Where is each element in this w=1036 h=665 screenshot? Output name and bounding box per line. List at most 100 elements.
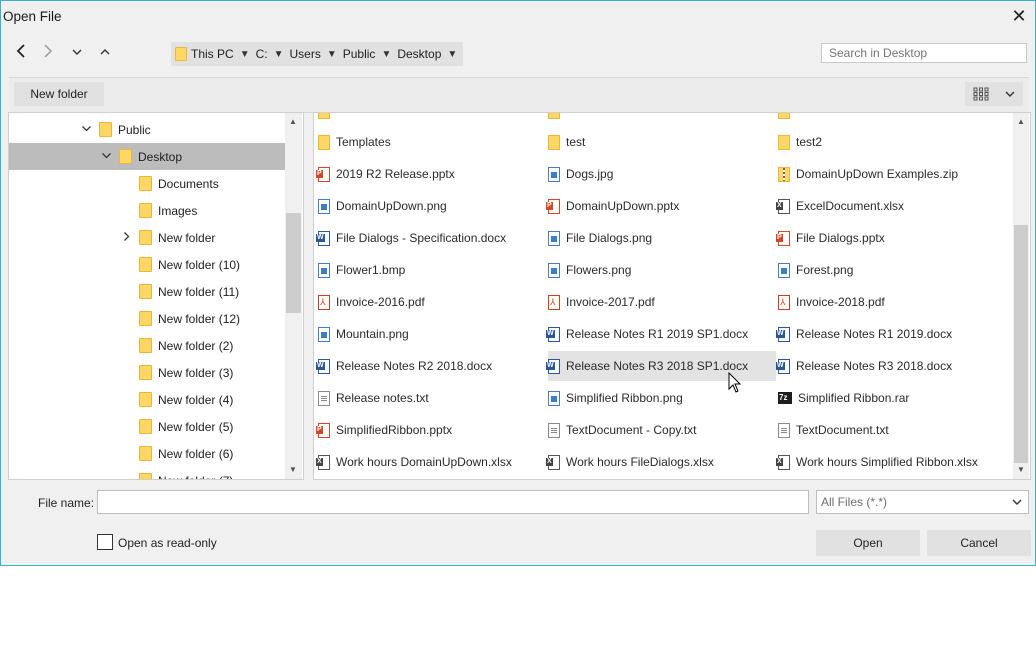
file-item[interactable]: Work hours DomainUpDown.xlsx bbox=[316, 447, 546, 477]
breadcrumb-label: Users bbox=[289, 47, 321, 61]
file-name-input[interactable] bbox=[97, 490, 809, 514]
folder-icon bbox=[548, 134, 560, 150]
chevron-right-icon[interactable] bbox=[119, 231, 133, 245]
tree-item[interactable]: New folder bbox=[9, 224, 285, 251]
pdf-icon bbox=[548, 294, 560, 310]
file-type-filter[interactable]: All Files (*.*) bbox=[816, 490, 1029, 514]
file-item[interactable]: Release Notes R1 2019 SP1.docx bbox=[546, 319, 776, 349]
file-name-label: Flowers.png bbox=[566, 263, 632, 277]
close-icon[interactable]: ✕ bbox=[1009, 5, 1029, 27]
tree-item[interactable]: Images bbox=[9, 197, 285, 224]
chevron-down-icon[interactable]: ▼ bbox=[274, 49, 284, 60]
file-item[interactable]: Flowers.png bbox=[548, 255, 776, 285]
file-list-scrollbar[interactable]: ▲ ▼ bbox=[1013, 113, 1029, 479]
file-item[interactable]: Simplified Ribbon.rar bbox=[778, 383, 1006, 413]
file-item[interactable]: test bbox=[548, 127, 776, 157]
cancel-button[interactable]: Cancel bbox=[927, 530, 1031, 556]
chevron-down-icon[interactable] bbox=[67, 43, 87, 63]
folder-icon bbox=[139, 338, 152, 353]
image-icon bbox=[318, 262, 330, 278]
search-input[interactable] bbox=[821, 43, 1027, 63]
file-name-label: Flower1.bmp bbox=[336, 263, 406, 277]
file-item[interactable]: DomainUpDown.pptx bbox=[546, 191, 776, 221]
file-name-label: Invoice-2017.pdf bbox=[566, 295, 655, 309]
tree-item[interactable]: New folder (3) bbox=[9, 359, 285, 386]
file-item[interactable]: Release notes.txt bbox=[318, 383, 546, 413]
window-title: Open File bbox=[3, 9, 62, 24]
file-name-label: Release Notes R1 2019.docx bbox=[796, 327, 953, 341]
image-icon bbox=[548, 230, 560, 246]
tree-item[interactable]: Public bbox=[9, 116, 285, 143]
chevron-down-icon[interactable]: ▼ bbox=[447, 49, 457, 60]
tree-item-label: New folder (12) bbox=[158, 311, 241, 326]
chevron-down-icon[interactable]: ▼ bbox=[381, 49, 391, 60]
breadcrumb-item-public[interactable]: Public ▼ bbox=[339, 47, 394, 61]
open-button[interactable]: Open bbox=[816, 530, 920, 556]
file-name-label: TextDocument - Copy.txt bbox=[566, 423, 697, 437]
scroll-up-icon[interactable]: ▲ bbox=[286, 117, 300, 126]
chevron-down-icon[interactable]: ▼ bbox=[240, 49, 250, 60]
file-item[interactable]: ExcelDocument.xlsx bbox=[776, 191, 1006, 221]
file-item[interactable]: SimplifiedRibbon.pptx bbox=[316, 415, 546, 445]
tree-item[interactable]: New folder (7) bbox=[9, 467, 285, 479]
tree-item[interactable]: Documents bbox=[9, 170, 285, 197]
file-item[interactable]: test2 bbox=[778, 127, 1006, 157]
file-item[interactable]: Work hours FileDialogs.xlsx bbox=[546, 447, 776, 477]
file-item-clipped[interactable] bbox=[318, 113, 546, 126]
file-item[interactable]: DomainUpDown Examples.zip bbox=[778, 159, 1006, 189]
tree-item[interactable]: Desktop bbox=[9, 143, 285, 170]
folder-icon bbox=[548, 113, 560, 119]
file-item[interactable]: File Dialogs - Specification.docx bbox=[316, 223, 546, 253]
file-item[interactable]: Invoice-2016.pdf bbox=[318, 287, 546, 317]
chevron-down-icon[interactable] bbox=[99, 150, 113, 164]
tree-item[interactable]: New folder (2) bbox=[9, 332, 285, 359]
new-folder-button[interactable]: New folder bbox=[14, 82, 104, 106]
file-item-clipped[interactable] bbox=[778, 113, 1006, 126]
file-item[interactable]: TextDocument.txt bbox=[778, 415, 1006, 445]
file-item[interactable]: DomainUpDown.png bbox=[318, 191, 546, 221]
file-item[interactable]: Release Notes R1 2019.docx bbox=[776, 319, 1006, 349]
chevron-down-icon[interactable] bbox=[79, 123, 93, 137]
breadcrumb-item-this-pc[interactable]: This PC ▼ bbox=[171, 47, 252, 61]
tree-item-label: Documents bbox=[158, 176, 219, 191]
back-arrow-icon[interactable] bbox=[11, 43, 31, 63]
file-item[interactable]: Flower1.bmp bbox=[318, 255, 546, 285]
tree-item-label: New folder (6) bbox=[158, 446, 234, 461]
file-item[interactable]: Invoice-2017.pdf bbox=[548, 287, 776, 317]
tree-item[interactable]: New folder (10) bbox=[9, 251, 285, 278]
read-only-checkbox[interactable] bbox=[97, 534, 113, 550]
forward-arrow-icon[interactable] bbox=[38, 43, 58, 63]
file-name-label: File Dialogs.pptx bbox=[796, 231, 885, 245]
tree-item[interactable]: New folder (12) bbox=[9, 305, 285, 332]
file-item[interactable]: 2019 R2 Release.pptx bbox=[316, 159, 546, 189]
file-item[interactable]: Mountain.png bbox=[318, 319, 546, 349]
tree-item[interactable]: New folder (5) bbox=[9, 413, 285, 440]
file-item[interactable]: File Dialogs.png bbox=[548, 223, 776, 253]
file-item[interactable]: Templates bbox=[318, 127, 546, 157]
chevron-down-icon[interactable]: ▼ bbox=[327, 49, 337, 60]
file-item[interactable]: Release Notes R3 2018.docx bbox=[776, 351, 1006, 381]
scroll-up-icon[interactable]: ▲ bbox=[1014, 117, 1028, 126]
file-item[interactable]: TextDocument - Copy.txt bbox=[548, 415, 776, 445]
tree-item[interactable]: New folder (4) bbox=[9, 386, 285, 413]
breadcrumb-item-desktop[interactable]: Desktop ▼ bbox=[393, 47, 459, 61]
scroll-down-icon[interactable]: ▼ bbox=[1014, 465, 1028, 474]
file-item[interactable]: Dogs.jpg bbox=[548, 159, 776, 189]
scrollbar-thumb[interactable] bbox=[286, 213, 301, 313]
file-item[interactable]: Forest.png bbox=[778, 255, 1006, 285]
scrollbar-thumb[interactable] bbox=[1014, 225, 1028, 463]
file-item-clipped[interactable] bbox=[548, 113, 776, 126]
scroll-down-icon[interactable]: ▼ bbox=[286, 465, 300, 474]
file-item[interactable]: Release Notes R2 2018.docx bbox=[316, 351, 546, 381]
breadcrumb-item-c[interactable]: C: ▼ bbox=[252, 47, 286, 61]
chevron-down-icon[interactable] bbox=[1006, 491, 1028, 513]
tree-item[interactable]: New folder (6) bbox=[9, 440, 285, 467]
tree-item[interactable]: New folder (11) bbox=[9, 278, 285, 305]
tree-scrollbar[interactable]: ▲ ▼ bbox=[285, 113, 302, 479]
breadcrumb-item-users[interactable]: Users ▼ bbox=[286, 47, 339, 61]
up-arrow-icon[interactable] bbox=[95, 43, 115, 63]
file-item[interactable]: File Dialogs.pptx bbox=[776, 223, 1006, 253]
file-item[interactable]: Work hours Simplified Ribbon.xlsx bbox=[776, 447, 1006, 477]
file-item[interactable]: Invoice-2018.pdf bbox=[778, 287, 1006, 317]
view-mode-button[interactable] bbox=[965, 82, 1023, 106]
